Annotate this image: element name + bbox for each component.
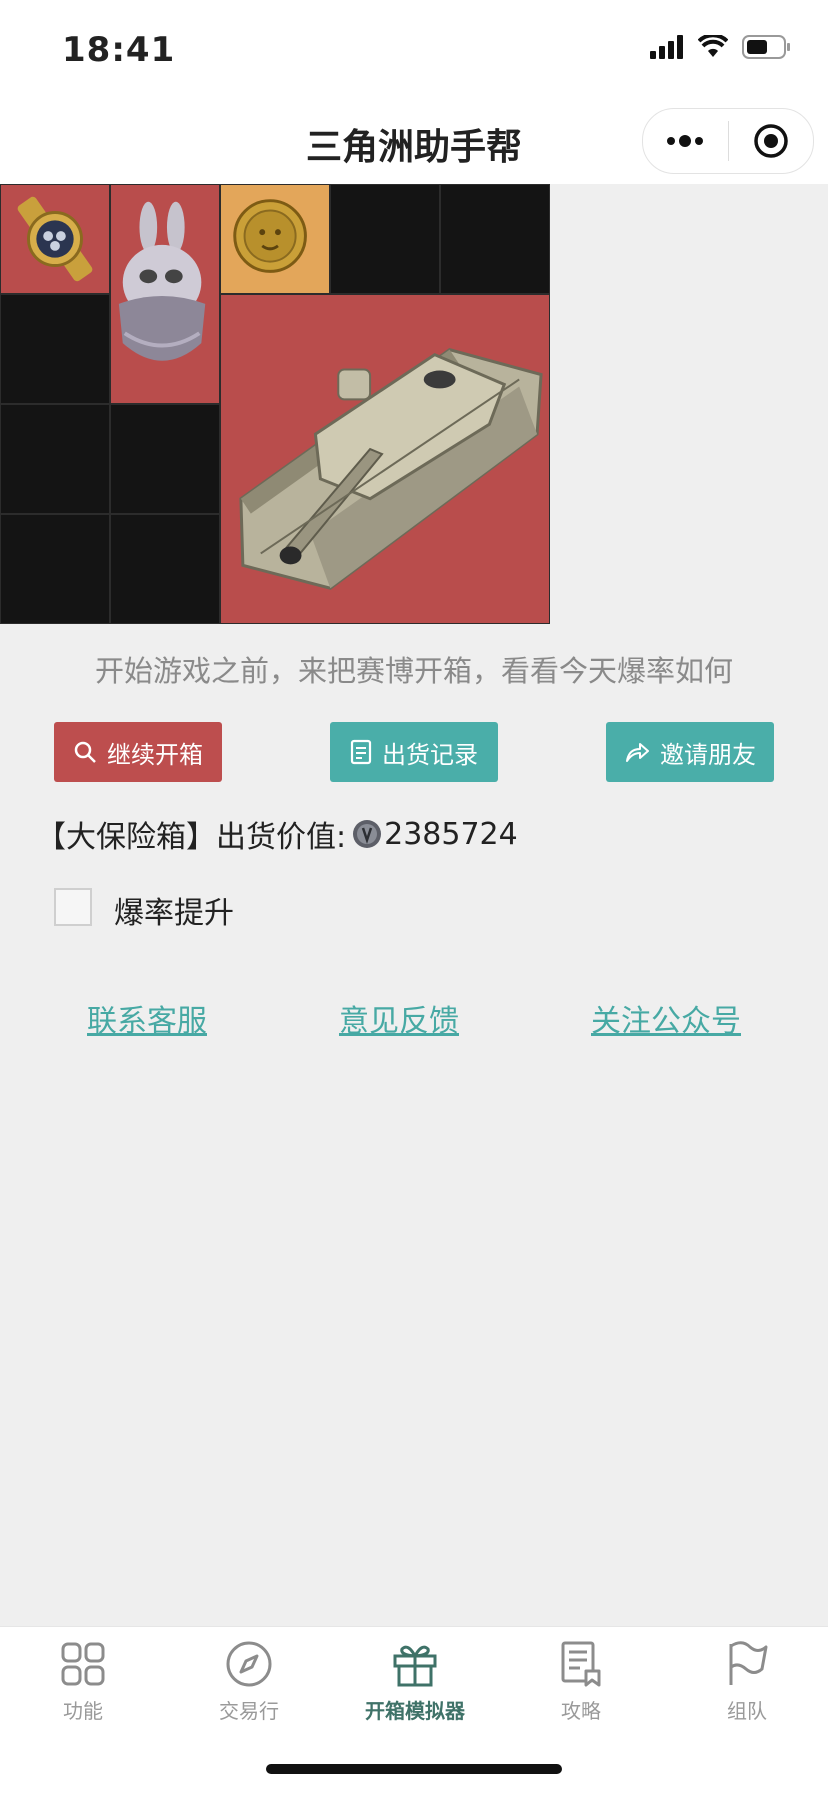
tab-team[interactable]: 组队 — [664, 1639, 828, 1724]
status-icons — [650, 34, 792, 60]
empty-slot — [440, 184, 550, 294]
document-icon — [561, 1641, 601, 1687]
tab-market[interactable]: 交易行 — [166, 1639, 332, 1724]
loot-item-rabbit-egg[interactable] — [110, 184, 220, 404]
battery-icon — [742, 35, 790, 59]
empty-slot — [0, 514, 110, 624]
document-icon — [350, 739, 372, 765]
search-icon — [74, 741, 96, 763]
boost-rate-label: 爆率提升 — [114, 896, 234, 931]
loot-grid — [0, 184, 550, 624]
records-label: 出货记录 — [382, 740, 478, 769]
continue-open-label: 继续开箱 — [107, 740, 203, 769]
tab-box-simulator[interactable]: 开箱模拟器 — [332, 1639, 498, 1724]
signal-icon — [650, 35, 683, 59]
more-button[interactable] — [643, 109, 728, 173]
safe-value-prefix: 【大保险箱】出货价值: — [36, 820, 347, 855]
safe-value-line: 【大保险箱】出货价值: 2385724 — [36, 812, 518, 856]
gift-icon — [393, 1645, 437, 1687]
mini-program-capsule — [642, 108, 814, 174]
gold-watch-icon — [17, 196, 93, 282]
nav-bar: 三角洲助手帮 — [0, 96, 828, 184]
tab-functions[interactable]: 功能 — [0, 1639, 166, 1724]
coin-icon — [353, 820, 382, 848]
close-mini-program-button[interactable] — [729, 109, 814, 173]
empty-slot — [110, 514, 220, 624]
more-dots-icon — [667, 135, 704, 147]
tab-functions-label: 功能 — [63, 1699, 103, 1723]
records-button[interactable]: 出货记录 — [330, 722, 498, 782]
empty-slot — [0, 404, 110, 514]
status-bar: 18:41 — [0, 0, 828, 96]
rabbit-egg-icon — [118, 201, 206, 361]
flag-icon — [729, 1641, 768, 1685]
invite-friends-label: 邀请朋友 — [660, 740, 756, 769]
invite-friends-button[interactable]: 邀请朋友 — [606, 722, 774, 782]
tank-icon — [239, 348, 543, 590]
compass-icon — [226, 1641, 272, 1687]
empty-slot — [0, 294, 110, 404]
wifi-icon — [698, 35, 728, 57]
tab-guides-label: 攻略 — [561, 1699, 601, 1723]
safe-value-amount: 2385724 — [384, 816, 518, 852]
loot-item-tank[interactable] — [220, 294, 550, 624]
empty-slot — [110, 404, 220, 514]
tab-guides[interactable]: 攻略 — [498, 1639, 664, 1724]
gold-coin-icon — [233, 199, 307, 273]
intro-text: 开始游戏之前，来把赛博开箱，看看今天爆率如何 — [94, 654, 733, 688]
tab-team-label: 组队 — [727, 1699, 767, 1723]
loot-item-gold-coin[interactable] — [220, 184, 330, 294]
continue-open-button[interactable]: 继续开箱 — [54, 722, 222, 782]
target-icon — [754, 124, 788, 158]
feedback-link[interactable]: 意见反馈 — [339, 996, 459, 1040]
follow-account-link[interactable]: 关注公众号 — [591, 996, 741, 1040]
grid-icon — [61, 1642, 105, 1686]
tab-box-simulator-label: 开箱模拟器 — [365, 1699, 465, 1723]
share-icon — [626, 743, 649, 762]
empty-slot — [330, 184, 440, 294]
tab-market-label: 交易行 — [219, 1699, 279, 1723]
boost-rate-checkbox[interactable] — [54, 888, 92, 926]
contact-service-link[interactable]: 联系客服 — [87, 996, 207, 1040]
status-time: 18:41 — [62, 30, 176, 70]
home-indicator — [266, 1764, 562, 1774]
loot-item-gold-watch[interactable] — [0, 184, 110, 294]
